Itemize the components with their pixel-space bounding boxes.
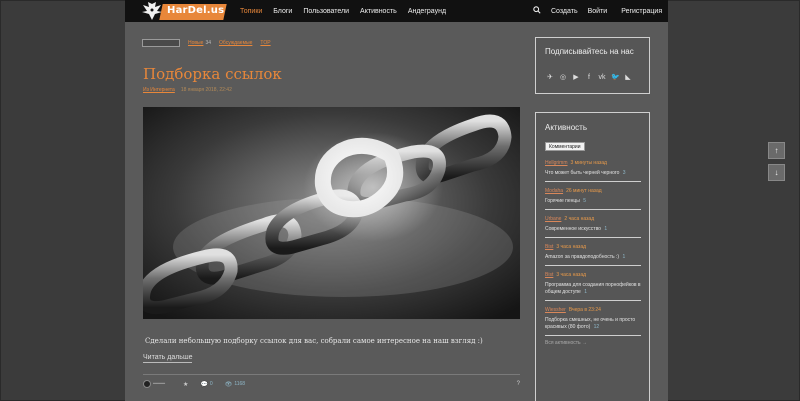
activity-text[interactable]: Программа для создания порнофейков в общ… <box>545 282 641 295</box>
register-button[interactable]: Регистрация <box>621 8 662 15</box>
facebook-icon[interactable]: f <box>585 74 593 82</box>
comment-count-badge: 5 <box>583 198 587 204</box>
activity-widget: Активность Комментарии Hellgrimm 3 минуты… <box>535 112 650 401</box>
subscribe-widget: Подписывайтесь на нас ✈ ◎ ▶ f vk 🐦 ◣ <box>535 37 650 94</box>
list-item[interactable]: Modaha 26 минут назад Горячие пенцы 5 <box>545 186 641 210</box>
activity-time[interactable]: 3 минуты назад <box>571 160 607 166</box>
post-date: 18 января 2018, 22:42 <box>180 87 232 93</box>
post-author-name[interactable]: ━━━━ <box>153 381 165 387</box>
youtube-icon[interactable]: ▶ <box>572 74 580 82</box>
vk-icon[interactable]: vk <box>598 74 606 82</box>
post-divider <box>143 374 520 375</box>
comment-count-badge: 3 <box>622 170 626 176</box>
new-count: 34 <box>205 40 211 46</box>
activity-user[interactable]: Bist <box>545 244 553 250</box>
scroll-down-button[interactable]: ↓ <box>768 164 785 181</box>
views-eye-icon: 👁 <box>224 381 233 388</box>
user-nav: Создать Войти Регистрация <box>533 0 672 22</box>
filter-top-link[interactable]: TOP <box>260 40 270 46</box>
activity-user[interactable]: Hellgrimm <box>545 160 568 166</box>
login-button[interactable]: Войти <box>588 8 608 15</box>
logo-text: HarDel.us <box>167 5 225 16</box>
post-meta: Из Интернета 18 января 2018, 22:42 <box>143 87 232 93</box>
activity-time[interactable]: 3 часа назад <box>556 244 586 250</box>
activity-time[interactable]: 3 часа назад <box>556 272 586 278</box>
nav-underground[interactable]: Андеграунд <box>408 8 446 15</box>
post-footer: ━━━━ ★ 💬 0 👁 1168 ? <box>143 380 520 388</box>
activity-user[interactable]: Modaha <box>545 188 563 194</box>
nav-blogs[interactable]: Блоги <box>273 8 292 15</box>
activity-list: Hellgrimm 3 минуты назад Что может быть ч… <box>545 158 641 346</box>
activity-title: Активность <box>545 123 588 132</box>
list-item[interactable]: Bist 3 часа назад Программа для создания … <box>545 270 641 301</box>
filter-new-link[interactable]: Новые <box>188 40 203 46</box>
comment-count-badge: 1 <box>584 289 588 295</box>
comment-count-badge: 1 <box>604 226 608 232</box>
favorite-star-icon[interactable]: ★ <box>183 381 188 388</box>
social-links: ✈ ◎ ▶ f vk 🐦 ◣ <box>546 74 632 82</box>
search-icon[interactable] <box>533 6 541 16</box>
activity-time[interactable]: 26 минут назад <box>566 188 602 194</box>
activity-time[interactable]: Вчера в 23:24 <box>569 307 601 313</box>
post-title[interactable]: Подборка ссылок <box>143 65 282 83</box>
avatar[interactable] <box>143 380 151 388</box>
share-icon[interactable]: ? <box>517 381 520 387</box>
main-nav: Топики Блоги Пользователи Активность Анд… <box>240 0 457 22</box>
activity-text[interactable]: Amazon за правдоподобность :) <box>545 254 619 260</box>
comment-count-badge: 1 <box>622 254 626 260</box>
comments-icon[interactable]: 💬 <box>200 381 207 388</box>
list-item[interactable]: Hellgrimm 3 минуты назад Что может быть ч… <box>545 158 641 182</box>
read-more-link[interactable]: Читать дальше <box>143 354 193 363</box>
all-activity-link[interactable]: Вся активность → <box>545 340 641 346</box>
views-count: 1168 <box>234 381 246 387</box>
post-excerpt: Сделали небольшую подборку ссылок для ва… <box>145 337 483 345</box>
activity-user[interactable]: Urbane <box>545 216 561 222</box>
scroll-up-button[interactable]: ↑ <box>768 142 785 159</box>
nav-users[interactable]: Пользователи <box>303 8 349 15</box>
list-item[interactable]: Bist 3 часа назад Amazon за правдоподобно… <box>545 242 641 266</box>
comments-count[interactable]: 0 <box>210 381 213 387</box>
instagram-icon[interactable]: ◎ <box>559 74 567 82</box>
topic-filter-tabs: Новые 34 Обсуждаемые TOP <box>142 39 279 47</box>
activity-user[interactable]: Bist <box>545 272 553 278</box>
subscribe-title: Подписывайтесь на нас <box>545 47 634 56</box>
activity-text[interactable]: Горячие пенцы <box>545 198 580 204</box>
post-image-chain <box>143 107 520 319</box>
telegram-icon[interactable]: ✈ <box>546 74 554 82</box>
activity-text[interactable]: Современное искусство <box>545 226 601 232</box>
twitter-icon[interactable]: 🐦 <box>611 74 620 82</box>
post-author[interactable]: Из Интернета <box>143 87 175 93</box>
activity-user[interactable]: Wiessher <box>545 307 566 313</box>
activity-time[interactable]: 2 часа назад <box>564 216 594 222</box>
nav-topics[interactable]: Топики <box>240 8 262 15</box>
comment-count-badge: 12 <box>593 324 600 330</box>
tab-comments[interactable]: Комментарии <box>545 142 585 151</box>
filter-select-box[interactable] <box>142 39 180 47</box>
create-button[interactable]: Создать <box>551 8 578 15</box>
list-item[interactable]: Wiessher Вчера в 23:24 Подборка смешных, … <box>545 305 641 336</box>
activity-text[interactable]: Подборка смешных, не очень и просто крас… <box>545 317 635 330</box>
activity-text[interactable]: Что может быть черней черного <box>545 170 619 176</box>
nav-activity[interactable]: Активность <box>360 8 397 15</box>
rss-icon[interactable]: ◣ <box>624 74 632 82</box>
list-item[interactable]: Urbane 2 часа назад Современное искусство… <box>545 214 641 238</box>
site-logo[interactable]: HarDel.us <box>141 1 227 21</box>
filter-discussed-link[interactable]: Обсуждаемые <box>219 40 252 46</box>
